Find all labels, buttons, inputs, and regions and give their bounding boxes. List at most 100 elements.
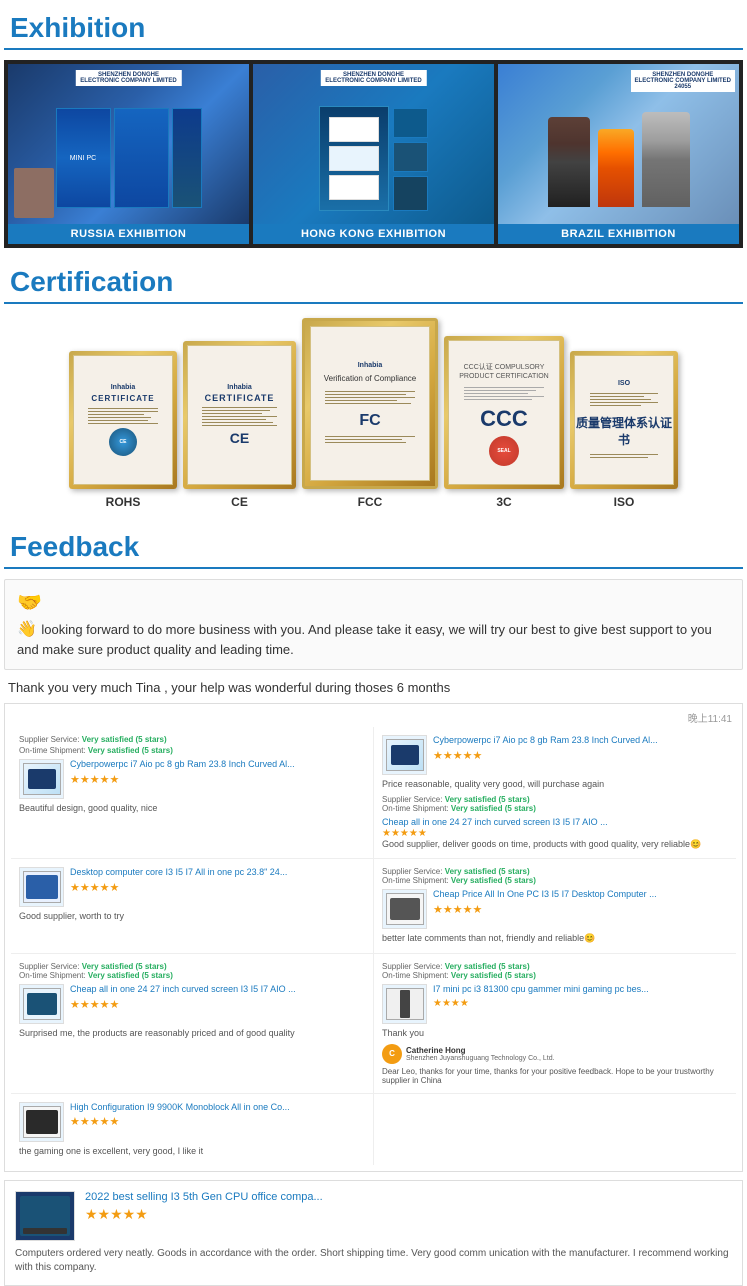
exhibition-label-hk: HONG KONG EXHIBITION bbox=[253, 224, 494, 244]
brazil-banner: SHENZHEN DONGHEELECTRONIC COMPANY LIMITE… bbox=[631, 70, 735, 92]
cert-frame-3c: CCC认证 COMPULSORY PRODUCT CERTIFICATION C… bbox=[444, 336, 564, 489]
russia-booth-panels: MINI PC bbox=[56, 108, 202, 208]
reviews-grid: Supplier Service: Very satisfied (5 star… bbox=[11, 727, 736, 1165]
review-product-info-6: I7 mini pc i3 81300 cpu gammer mini gami… bbox=[433, 984, 728, 1024]
review-product-row-5: Cheap all in one 24 27 inch curved scree… bbox=[19, 984, 365, 1024]
review-card-7: High Configuration I9 9900K Monoblock Al… bbox=[11, 1094, 373, 1166]
exhibition-images: SHENZHEN DONGHEELECTRONIC COMPANY LIMITE… bbox=[4, 60, 743, 248]
cert-item-fcc: Inhabia Verification of Compliance FC bbox=[302, 318, 438, 509]
review-product-name-2: Cyberpowerpc i7 Aio pc 8 gb Ram 23.8 Inc… bbox=[433, 735, 728, 747]
feedback-thank: Thank you very much Tina , your help was… bbox=[4, 680, 743, 695]
review-card-2: Cyberpowerpc i7 Aio pc 8 gb Ram 23.8 Inc… bbox=[374, 727, 736, 858]
cert-item-iso: ISO 质量管理体系认证书 ISO bbox=[570, 351, 678, 509]
exhibition-photo-russia: SHENZHEN DONGHEELECTRONIC COMPANY LIMITE… bbox=[8, 64, 249, 224]
product-img-2 bbox=[382, 735, 427, 775]
feedback-emoji: 🤝 bbox=[17, 590, 730, 615]
product-img-5 bbox=[19, 984, 64, 1024]
cert-inner-fcc: Inhabia Verification of Compliance FC bbox=[310, 326, 430, 481]
product-img-3 bbox=[19, 867, 64, 907]
cert-label-rohs: ROHS bbox=[106, 495, 141, 509]
review-card-6: Supplier Service: Very satisfied (5 star… bbox=[374, 954, 736, 1093]
review-product-row-4: Cheap Price All In One PC I3 I5 I7 Deskt… bbox=[382, 889, 728, 929]
review-card-1: Supplier Service: Very satisfied (5 star… bbox=[11, 727, 373, 858]
bottom-review-header: 2022 best selling I3 5th Gen CPU office … bbox=[15, 1191, 732, 1241]
product-img-6 bbox=[382, 984, 427, 1024]
feedback-main-text: looking forward to do more business with… bbox=[17, 622, 712, 657]
reviewer-message: Dear Leo, thanks for your time, thanks f… bbox=[382, 1067, 728, 1085]
bottom-review-img bbox=[15, 1191, 75, 1241]
review-product-row-7: High Configuration I9 9900K Monoblock Al… bbox=[19, 1102, 365, 1142]
review-comment-1: Beautiful design, good quality, nice bbox=[19, 803, 365, 815]
timestamp: 晚上11:41 bbox=[11, 710, 736, 725]
product-img-7 bbox=[19, 1102, 64, 1142]
review-product-name-5: Cheap all in one 24 27 inch curved scree… bbox=[70, 984, 365, 996]
bottom-review-title: 2022 best selling I3 5th Gen CPU office … bbox=[85, 1191, 732, 1203]
cert-frame-ce: Inhabia CERTIFICATE CE bbox=[183, 341, 296, 489]
exhibition-item-russia: SHENZHEN DONGHEELECTRONIC COMPANY LIMITE… bbox=[8, 64, 249, 244]
product-img-4 bbox=[382, 889, 427, 929]
review-card-5: Supplier Service: Very satisfied (5 star… bbox=[11, 954, 373, 1093]
review-product-row-3: Desktop computer core I3 I5 I7 All in on… bbox=[19, 867, 365, 907]
review-stars-4: ★★★★★ bbox=[433, 903, 728, 916]
feedback-title: Feedback bbox=[4, 523, 743, 569]
review-card-8-empty bbox=[374, 1094, 736, 1166]
review-product-name-1: Cyberpowerpc i7 Aio pc 8 gb Ram 23.8 Inc… bbox=[70, 759, 365, 771]
review-product-name-4: Cheap Price All In One PC I3 I5 I7 Deskt… bbox=[433, 889, 728, 901]
wave-emoji: 👋 bbox=[17, 621, 37, 638]
exhibition-label-brazil: BRAZIL EXHIBITION bbox=[498, 224, 739, 244]
certification-title: Certification bbox=[4, 258, 743, 304]
hk-booth-layout bbox=[319, 106, 428, 211]
cert-inner-3c: CCC认证 COMPULSORY PRODUCT CERTIFICATION C… bbox=[448, 340, 560, 485]
review-product-row-1: Cyberpowerpc i7 Aio pc 8 gb Ram 23.8 Inc… bbox=[19, 759, 365, 799]
review-comment-5: Surprised me, the products are reasonabl… bbox=[19, 1028, 365, 1040]
bottom-review: 2022 best selling I3 5th Gen CPU office … bbox=[4, 1180, 743, 1286]
review-product-name-6: I7 mini pc i3 81300 cpu gammer mini gami… bbox=[433, 984, 728, 996]
exhibition-photo-brazil: SHENZHEN DONGHEELECTRONIC COMPANY LIMITE… bbox=[498, 64, 739, 224]
cert-item-rohs: Inhabia CERTIFICATE CE ROHS bbox=[69, 351, 177, 509]
review-comment-3: Good supplier, worth to try bbox=[19, 911, 365, 923]
exhibition-section: Exhibition SHENZHEN DONGHEELECTRONIC COM… bbox=[0, 0, 747, 248]
reviewer-name: Catherine Hong bbox=[406, 1046, 555, 1055]
reviews-container: 晚上11:41 Supplier Service: Very satisfied… bbox=[4, 703, 743, 1172]
review-comment-7: the gaming one is excellent, very good, … bbox=[19, 1146, 365, 1158]
feedback-message-box: 🤝 👋 looking forward to do more business … bbox=[4, 579, 743, 670]
cert-item-3c: CCC认证 COMPULSORY PRODUCT CERTIFICATION C… bbox=[444, 336, 564, 509]
review-card-3: Desktop computer core I3 I5 I7 All in on… bbox=[11, 859, 373, 953]
cert-item-ce: Inhabia CERTIFICATE CE CE bbox=[183, 341, 296, 509]
cert-label-fcc: FCC bbox=[358, 495, 383, 509]
cert-frame-rohs: Inhabia CERTIFICATE CE bbox=[69, 351, 177, 489]
review-product-info-5: Cheap all in one 24 27 inch curved scree… bbox=[70, 984, 365, 1024]
cert-label-3c: 3C bbox=[496, 495, 511, 509]
reviewer-avatar: C bbox=[382, 1044, 402, 1064]
review-stars-5: ★★★★★ bbox=[70, 998, 365, 1011]
russia-banner: SHENZHEN DONGHEELECTRONIC COMPANY LIMITE… bbox=[75, 70, 181, 86]
review-product-name-3: Desktop computer core I3 I5 I7 All in on… bbox=[70, 867, 365, 879]
cert-label-ce: CE bbox=[231, 495, 248, 509]
review-stars-1: ★★★★★ bbox=[70, 773, 365, 786]
review-comment-2: Price reasonable, quality very good, wil… bbox=[382, 779, 728, 791]
review-comment-4: better late comments than not, friendly … bbox=[382, 933, 728, 945]
certification-images: Inhabia CERTIFICATE CE ROHS bbox=[4, 314, 743, 513]
review-comment-6: Thank you bbox=[382, 1028, 728, 1040]
exhibition-label-russia: RUSSIA EXHIBITION bbox=[8, 224, 249, 244]
bottom-review-content: 2022 best selling I3 5th Gen CPU office … bbox=[85, 1191, 732, 1241]
exhibition-item-hk: SHENZHEN DONGHEELECTRONIC COMPANY LIMITE… bbox=[253, 64, 494, 244]
cert-frame-fcc: Inhabia Verification of Compliance FC bbox=[302, 318, 438, 489]
review-product-info-2: Cyberpowerpc i7 Aio pc 8 gb Ram 23.8 Inc… bbox=[433, 735, 728, 775]
review-product-name-7: High Configuration I9 9900K Monoblock Al… bbox=[70, 1102, 365, 1114]
review-product-row-2: Cyberpowerpc i7 Aio pc 8 gb Ram 23.8 Inc… bbox=[382, 735, 728, 775]
reviewer-company: Shenzhen Juyanshuguang Technology Co., L… bbox=[406, 1055, 555, 1062]
hk-banner: SHENZHEN DONGHEELECTRONIC COMPANY LIMITE… bbox=[320, 70, 426, 86]
review-product-info-7: High Configuration I9 9900K Monoblock Al… bbox=[70, 1102, 365, 1142]
review-stars-6: ★★★★ bbox=[433, 998, 728, 1009]
review-product-info-3: Desktop computer core I3 I5 I7 All in on… bbox=[70, 867, 365, 907]
certification-section: Certification Inhabia CERTIFICATE CE bbox=[0, 248, 747, 513]
review-product-row-6: I7 mini pc i3 81300 cpu gammer mini gami… bbox=[382, 984, 728, 1024]
bottom-review-text: Computers ordered very neatly. Goods in … bbox=[15, 1247, 732, 1275]
review-stars-2: ★★★★★ bbox=[433, 749, 728, 762]
feedback-section: Feedback 🤝 👋 looking forward to do more … bbox=[0, 513, 747, 1286]
review-product-info-1: Cyberpowerpc i7 Aio pc 8 gb Ram 23.8 Inc… bbox=[70, 759, 365, 799]
product-img-1 bbox=[19, 759, 64, 799]
cert-frame-iso: ISO 质量管理体系认证书 bbox=[570, 351, 678, 489]
review-stars-7: ★★★★★ bbox=[70, 1115, 365, 1128]
